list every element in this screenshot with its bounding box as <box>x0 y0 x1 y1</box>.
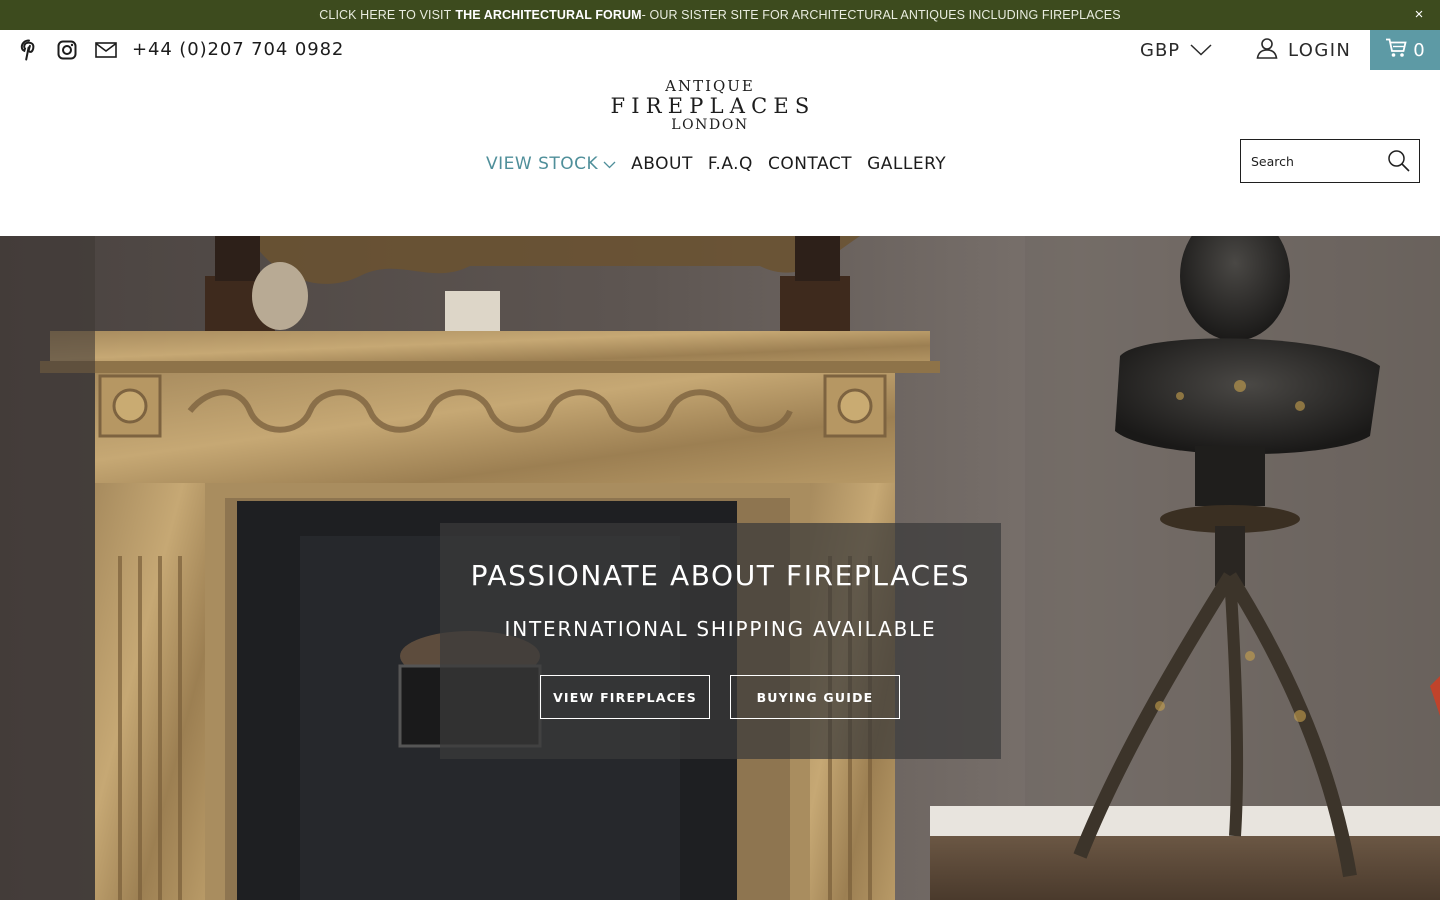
nav-item-about[interactable]: ABOUT <box>631 154 693 174</box>
chevron-down-icon <box>603 154 616 174</box>
cart-count: 0 <box>1413 39 1425 61</box>
search-input[interactable] <box>1251 141 1381 181</box>
nav-item-gallery[interactable]: GALLERY <box>867 154 946 174</box>
instagram-icon[interactable] <box>56 38 78 62</box>
main-nav: VIEW STOCK ABOUT F.A.Q CONTACT GALLERY <box>486 152 946 176</box>
close-icon[interactable]: × <box>1410 6 1428 24</box>
nav-item-contact[interactable]: CONTACT <box>768 154 852 174</box>
mail-icon[interactable] <box>94 38 118 62</box>
nav-item-faq[interactable]: F.A.Q <box>708 154 753 174</box>
social-links <box>18 38 118 62</box>
logo-line-antique: ANTIQUE <box>665 77 755 95</box>
phone-number[interactable]: +44 (0)207 704 0982 <box>132 38 344 62</box>
logo-line-fireplaces: FIREPLACES <box>610 94 816 118</box>
currency-label: GBP <box>1140 39 1181 61</box>
hero-title: PASSIONATE ABOUT FIREPLACES <box>470 559 971 592</box>
hero-banner: PASSIONATE ABOUT FIREPLACES INTERNATIONA… <box>0 236 1440 900</box>
login-label: LOGIN <box>1288 39 1352 61</box>
announcement-prefix[interactable]: CLICK HERE TO VISIT <box>319 8 451 22</box>
pinterest-icon[interactable] <box>18 38 40 62</box>
nav-item-view-stock[interactable]: VIEW STOCK <box>486 154 616 174</box>
site-logo[interactable]: ANTIQUE FIREPLACES LONDON <box>600 78 820 134</box>
hero-subtitle: INTERNATIONAL SHIPPING AVAILABLE <box>504 617 937 641</box>
currency-selector[interactable]: GBP <box>1140 37 1212 63</box>
cart-icon <box>1385 38 1407 63</box>
nav-item-view-stock-label: VIEW STOCK <box>486 154 599 174</box>
announcement-bar[interactable]: CLICK HERE TO VISIT THE ARCHITECTURAL FO… <box>0 0 1440 30</box>
search-box <box>1240 139 1420 183</box>
announcement-link[interactable]: THE ARCHITECTURAL FORUM <box>455 8 641 22</box>
hero-caption: PASSIONATE ABOUT FIREPLACES INTERNATIONA… <box>440 523 1001 759</box>
search-icon[interactable] <box>1387 149 1411 173</box>
buying-guide-button[interactable]: BUYING GUIDE <box>730 675 900 719</box>
view-fireplaces-button[interactable]: VIEW FIREPLACES <box>540 675 710 719</box>
login-link[interactable]: LOGIN <box>1256 37 1351 63</box>
user-icon <box>1256 37 1278 64</box>
announcement-suffix[interactable]: - OUR SISTER SITE FOR ARCHITECTURAL ANTI… <box>642 8 1121 22</box>
cart-button[interactable]: 0 <box>1370 30 1440 70</box>
chevron-down-icon <box>1190 40 1212 61</box>
logo-line-london: LONDON <box>671 117 749 133</box>
